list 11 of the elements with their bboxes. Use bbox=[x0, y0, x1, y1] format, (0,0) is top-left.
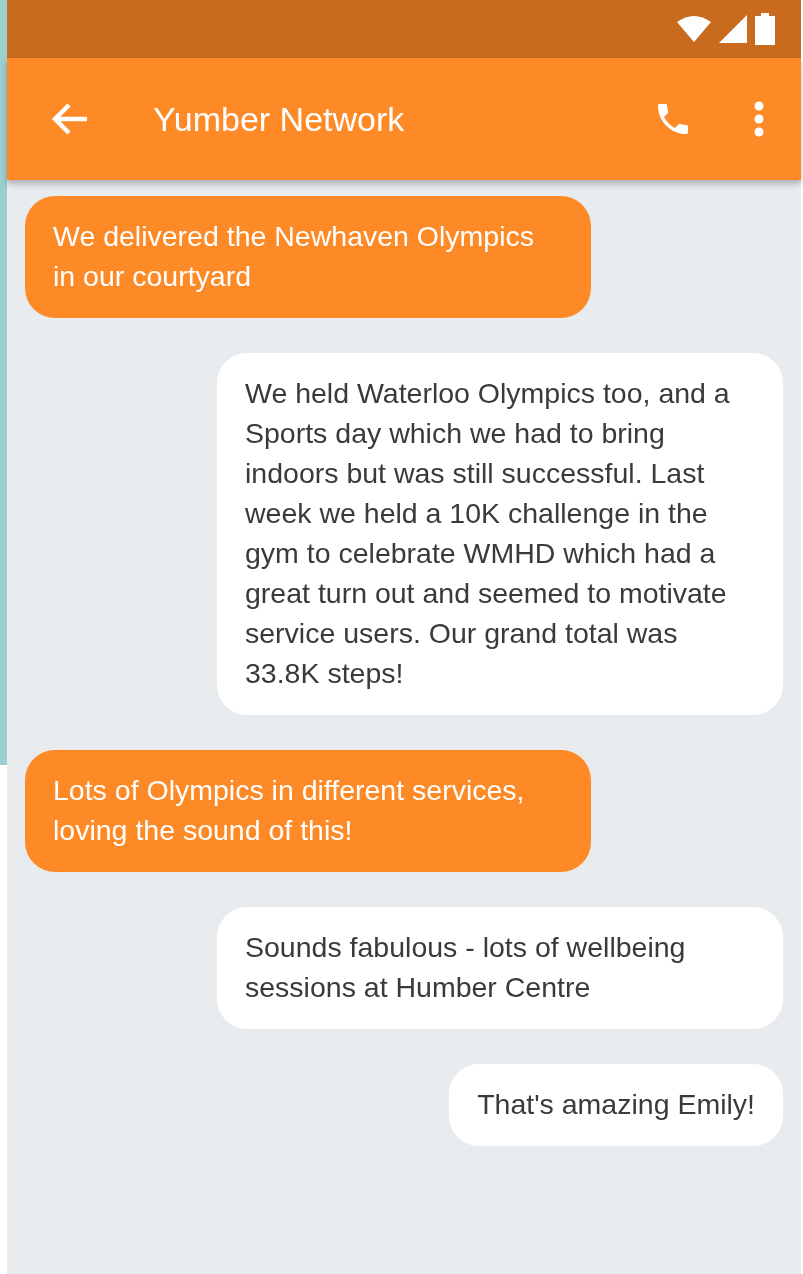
back-icon[interactable] bbox=[51, 102, 89, 136]
received-message: Lots of Olympics in different services, loving the sound of this! bbox=[25, 750, 591, 872]
received-message: We delivered the Newhaven Olympics in our courtyard bbox=[25, 196, 591, 318]
wifi-icon bbox=[677, 16, 711, 42]
sent-message: That's amazing Emily! bbox=[449, 1064, 783, 1146]
menu-icon[interactable] bbox=[753, 101, 765, 137]
chat-title: Yumber Network bbox=[153, 99, 406, 139]
sent-message: We held Waterloo Olympics too, and a Sports day which we had to bring indoors but was still successful. Last week we held a 10K challenge in the gym to celebrate WMHD which had a great turn out and seemed to motivate service users. Our grand total was 33.8K steps! bbox=[217, 353, 783, 715]
signal-icon bbox=[719, 15, 747, 43]
battery-icon bbox=[755, 13, 775, 45]
sent-message: Sounds fabulous - lots of wellbeing sessions at Humber Centre bbox=[217, 907, 783, 1029]
